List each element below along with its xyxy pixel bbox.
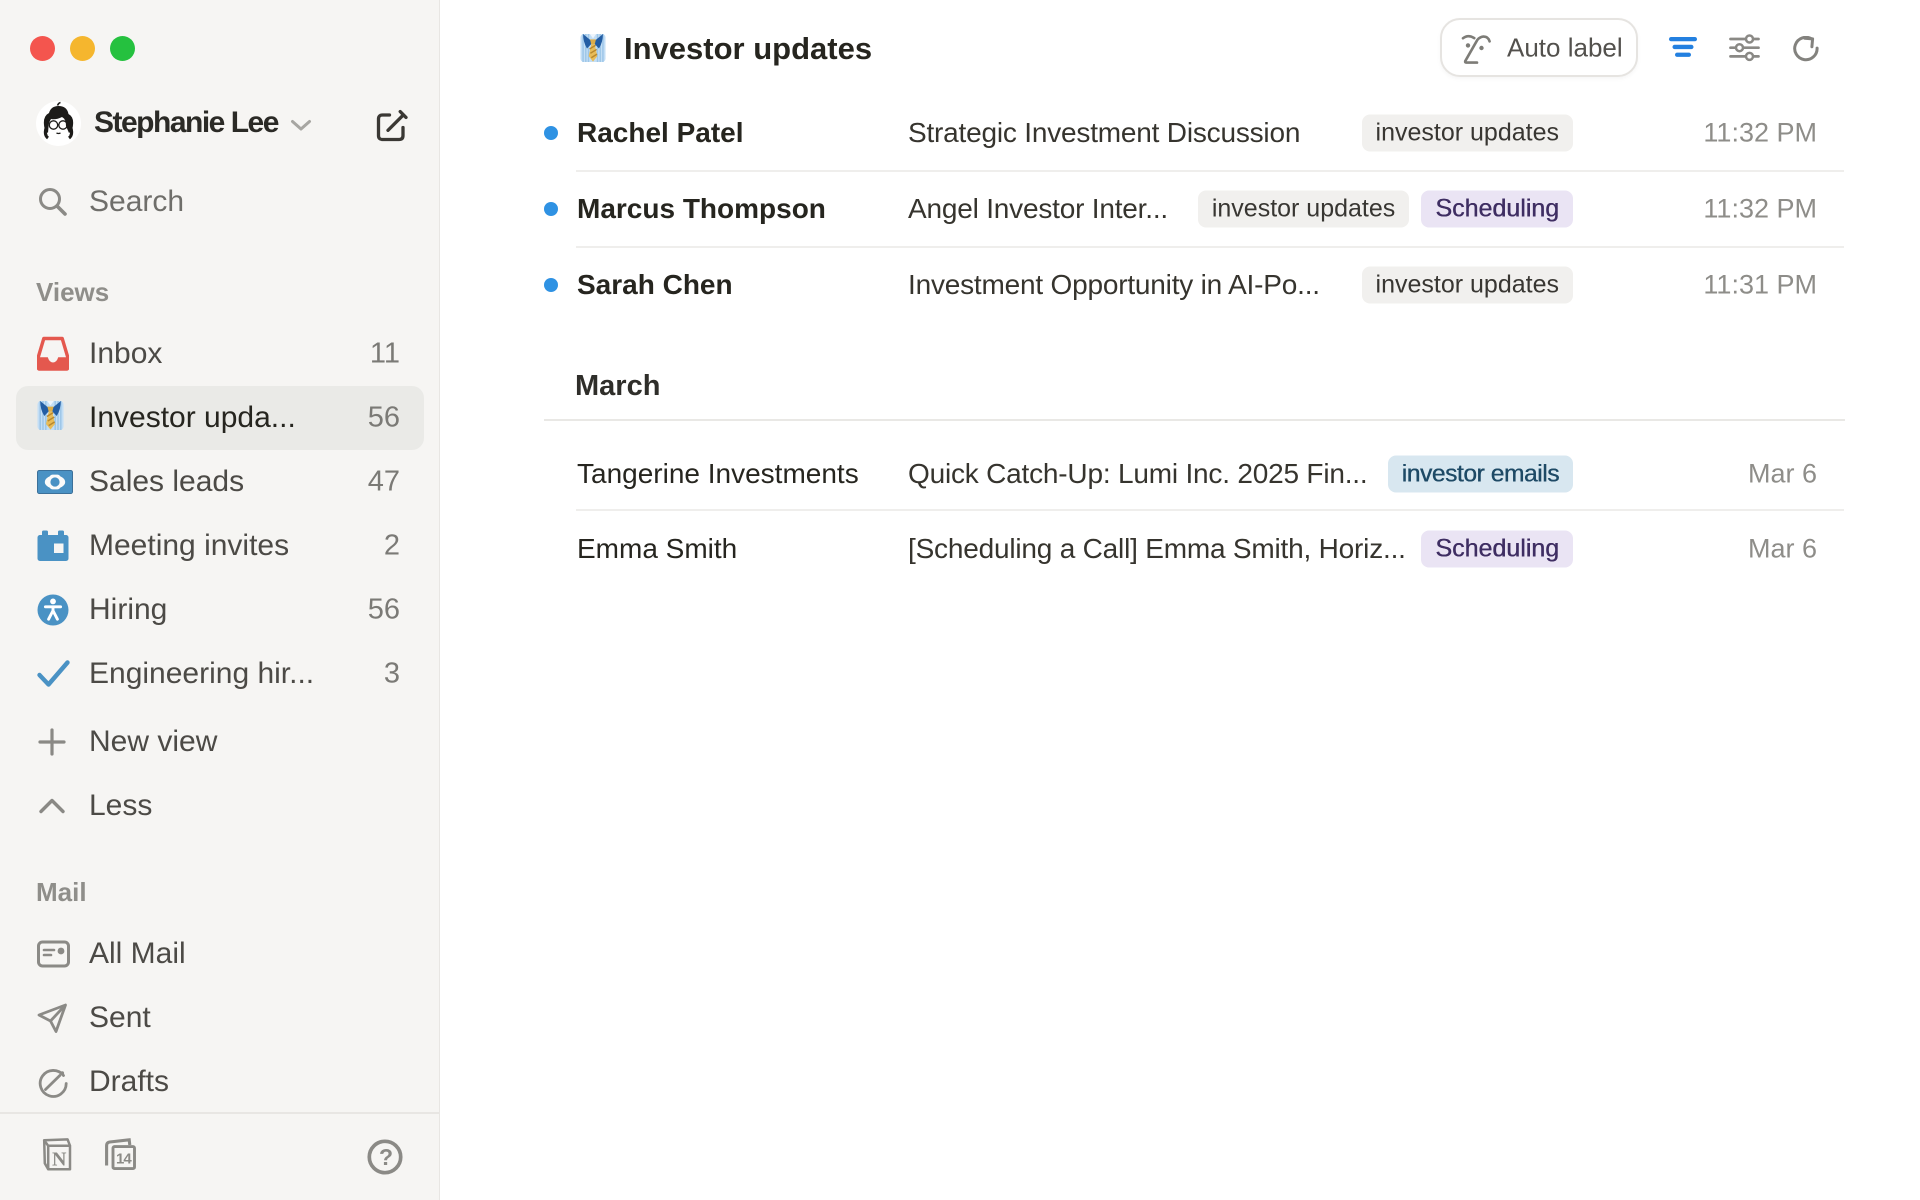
svg-text:?: ?: [379, 1144, 393, 1170]
svg-text:N: N: [52, 1149, 67, 1171]
svg-text:14: 14: [116, 1151, 132, 1168]
